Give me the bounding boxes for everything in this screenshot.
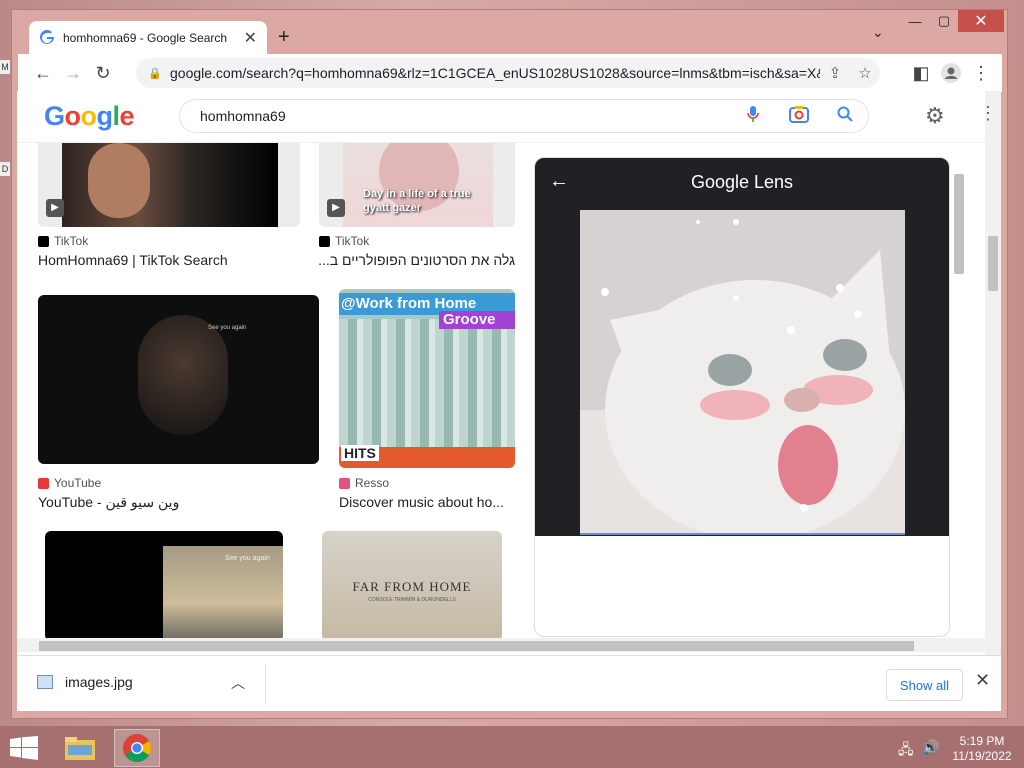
- taskbar: 🖧 🔊 5:19 PM 11/19/2022: [0, 726, 1024, 768]
- network-icon[interactable]: 🖧: [898, 739, 914, 763]
- tab-google-search[interactable]: homhomna69 - Google Search ✕: [29, 21, 267, 54]
- lens-title: Google Lens: [690, 172, 794, 192]
- lens-scrollbar[interactable]: [951, 166, 967, 646]
- cat-image: [580, 210, 905, 533]
- divider: [265, 664, 266, 704]
- tab-strip: homhomna69 - Google Search ✕ + ⌄ — ▢ ✕: [12, 10, 1007, 54]
- tab-title: homhomna69 - Google Search: [63, 30, 228, 45]
- sidepanel-icon[interactable]: ◧: [906, 58, 936, 88]
- clock-time: 5:19 PM: [959, 734, 1005, 748]
- google-lens-panel: ← Google Lens: [534, 157, 950, 637]
- minimize-button[interactable]: —: [900, 10, 930, 32]
- result-caption-2[interactable]: גלה את הסרטונים הפופולריים ב...: [319, 252, 515, 268]
- share-icon[interactable]: ⇪: [820, 64, 850, 82]
- chevron-up-icon[interactable]: ︿: [231, 673, 245, 693]
- result-source-1[interactable]: TikTok: [38, 234, 88, 248]
- result-source-3[interactable]: YouTube: [38, 476, 101, 490]
- google-search-box[interactable]: homhomna69: [179, 99, 869, 133]
- horizontal-scrollbar[interactable]: [17, 638, 1001, 652]
- close-download-bar-icon[interactable]: ✕: [975, 670, 990, 691]
- star-icon[interactable]: ☆: [850, 64, 880, 82]
- tiktok-icon: [319, 235, 330, 247]
- clock-date: 11/19/2022: [952, 749, 1012, 763]
- result-thumb-3[interactable]: See you again: [38, 295, 319, 464]
- video-play-icon: ▶: [46, 199, 64, 217]
- volume-icon[interactable]: 🔊: [922, 739, 939, 756]
- system-clock[interactable]: 5:19 PM 11/19/2022: [945, 734, 1019, 764]
- result-caption-4[interactable]: Discover music about ho...: [339, 494, 515, 510]
- desktop-icon[interactable]: D: [0, 162, 10, 176]
- new-tab-button[interactable]: +: [278, 26, 290, 49]
- result-thumb-5[interactable]: See you again: [45, 531, 283, 641]
- lens-selected-image[interactable]: [580, 210, 905, 535]
- download-bar: images.jpg ︿ Show all ✕: [17, 655, 1001, 711]
- reload-icon[interactable]: ↻: [88, 58, 118, 88]
- google-header: Google homhomna69 ⚙ ⋮: [17, 91, 997, 143]
- lens-scrollbar-thumb[interactable]: [954, 174, 964, 274]
- show-all-button[interactable]: Show all: [886, 669, 963, 701]
- gear-icon[interactable]: ⚙: [925, 103, 945, 129]
- scrollbar-thumb[interactable]: [988, 236, 998, 291]
- maximize-button[interactable]: ▢: [930, 10, 958, 32]
- tab-search-icon[interactable]: ⌄: [872, 24, 884, 41]
- mic-icon[interactable]: [730, 105, 776, 128]
- page-scrollbar[interactable]: [985, 91, 1001, 656]
- result-thumb-6[interactable]: FAR FROM HOME CONSOLE TRIMMIN & DURONDEL…: [322, 531, 502, 641]
- file-icon: [37, 675, 53, 689]
- video-play-icon: ▶: [327, 199, 345, 217]
- windows-start-icon[interactable]: [10, 736, 38, 760]
- download-item[interactable]: images.jpg: [37, 674, 133, 690]
- forward-icon[interactable]: →: [58, 58, 88, 88]
- youtube-icon: [38, 477, 49, 489]
- desktop-icon[interactable]: M: [0, 60, 10, 74]
- resso-icon: [339, 477, 350, 489]
- apps-menu-icon[interactable]: ⋮: [979, 103, 997, 124]
- tiktok-icon: [38, 235, 49, 247]
- back-icon[interactable]: ←: [28, 58, 58, 88]
- browser-toolbar: ← → ↻ 🔒 google.com/search?q=homhomna69&r…: [18, 54, 1002, 92]
- lens-viewer: ← Google Lens: [535, 158, 949, 536]
- address-bar[interactable]: 🔒 google.com/search?q=homhomna69&rlz=1C1…: [136, 58, 880, 88]
- result-source-4[interactable]: Resso: [339, 476, 389, 490]
- window-close-button[interactable]: ✕: [958, 10, 1004, 32]
- file-explorer-icon[interactable]: [57, 729, 103, 767]
- thumb-caption-overlay: Day in a life of a true gyatt gazer: [363, 188, 471, 214]
- web-page: Google homhomna69 ⚙ ⋮ ▶ Day in a life of…: [17, 91, 1001, 656]
- result-source-2[interactable]: TikTok: [319, 234, 369, 248]
- google-favicon: [40, 29, 54, 44]
- google-logo[interactable]: Google: [44, 101, 135, 132]
- result-thumb-4[interactable]: @Work from Home Groove HITS: [339, 289, 515, 468]
- result-thumb-1[interactable]: ▶: [38, 131, 300, 227]
- search-query: homhomna69: [200, 108, 286, 124]
- menu-icon[interactable]: ⋮: [966, 58, 996, 88]
- download-filename: images.jpg: [65, 674, 133, 690]
- chrome-icon[interactable]: [114, 729, 160, 767]
- result-thumb-2[interactable]: Day in a life of a true gyatt gazer ▶: [319, 131, 515, 227]
- camera-icon[interactable]: [776, 105, 822, 128]
- result-caption-1[interactable]: HomHomna69 | TikTok Search: [38, 252, 300, 268]
- horizontal-scrollbar-thumb[interactable]: [39, 641, 914, 651]
- lock-icon: 🔒: [148, 67, 162, 80]
- tab-close-icon[interactable]: ✕: [244, 28, 257, 48]
- url-text: google.com/search?q=homhomna69&rlz=1C1GC…: [170, 65, 820, 81]
- result-caption-3[interactable]: YouTube - وين سيو قين: [38, 494, 319, 511]
- search-icon[interactable]: [822, 106, 868, 127]
- profile-icon[interactable]: [936, 58, 966, 88]
